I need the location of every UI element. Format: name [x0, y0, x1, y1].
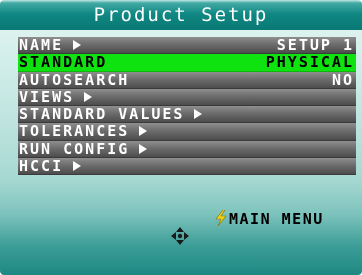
- screen: Product Setup NAME SETUP 1 STANDARD PHYS…: [0, 0, 362, 275]
- menu-item-run-config[interactable]: RUN CONFIG: [18, 139, 356, 159]
- menu-item-standard-values[interactable]: STANDARD VALUES: [18, 105, 356, 124]
- main-menu-label: MAIN MENU: [229, 210, 324, 228]
- menu-item-label: STANDARD: [19, 53, 108, 72]
- arrow-right-icon: [73, 161, 82, 172]
- menu-item-label: STANDARD VALUES: [19, 105, 185, 124]
- arrow-right-icon: [73, 40, 82, 50]
- menu-item-value: NO: [331, 70, 354, 89]
- menu-item-label: AUTOSEARCH: [19, 70, 130, 89]
- setup-menu: NAME SETUP 1 STANDARD PHYSICAL AUTOSEARC…: [18, 36, 356, 176]
- main-menu-button[interactable]: MAIN MENU: [214, 210, 324, 228]
- menu-item-value: PHYSICAL: [265, 53, 354, 72]
- menu-item-tolerances[interactable]: TOLERANCES: [18, 122, 356, 141]
- menu-item-value: SETUP 1: [276, 36, 354, 54]
- menu-item-label: RUN CONFIG: [19, 139, 130, 158]
- menu-item-label: TOLERANCES: [19, 122, 130, 141]
- menu-item-label: NAME: [19, 36, 64, 54]
- menu-item-hcci[interactable]: HCCI: [18, 157, 356, 176]
- directional-pad-icon: [171, 227, 189, 245]
- arrow-right-icon: [194, 109, 203, 120]
- menu-item-autosearch[interactable]: AUTOSEARCH NO: [18, 70, 356, 89]
- arrow-right-icon: [139, 126, 148, 137]
- arrow-right-icon: [84, 91, 93, 102]
- menu-item-views[interactable]: VIEWS: [18, 87, 356, 107]
- arrow-right-icon: [139, 143, 148, 154]
- page-title: Product Setup: [0, 0, 362, 30]
- menu-item-standard[interactable]: STANDARD PHYSICAL: [18, 53, 356, 72]
- menu-item-label: HCCI: [19, 157, 64, 176]
- menu-item-label: VIEWS: [19, 87, 75, 106]
- lightning-bolt-icon: [215, 210, 227, 226]
- menu-item-name[interactable]: NAME SETUP 1: [18, 36, 356, 55]
